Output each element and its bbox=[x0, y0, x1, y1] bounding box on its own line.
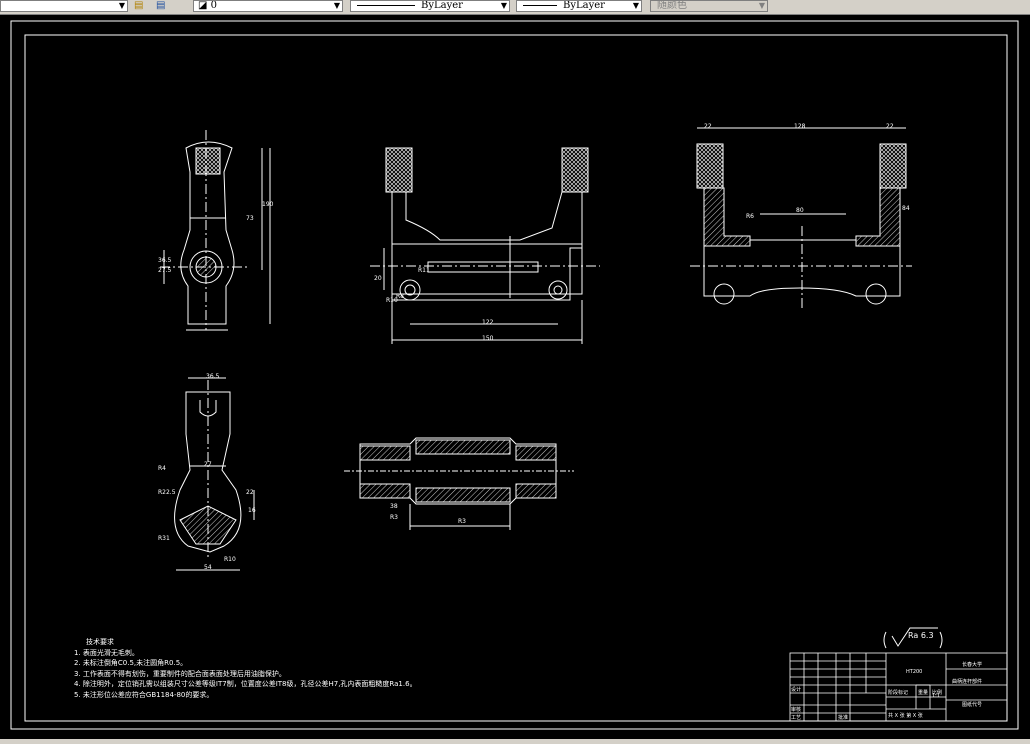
dimension-label: R31 bbox=[158, 535, 170, 542]
title-block-approve: 批准 bbox=[838, 714, 848, 721]
properties-toolbar: ▼ ▤ ▤ ◪ 0 ▼ ByLayer ▼ ByLayer ▼ 随颜色 ▼ bbox=[0, 0, 1030, 15]
cad-drawing: 22 128 2280R61907336.527.5 R11R812215020R10… bbox=[10, 20, 1019, 730]
chevron-down-icon: ▼ bbox=[118, 1, 125, 10]
dimension-label: 150 bbox=[482, 335, 494, 342]
lineweight-select[interactable]: ByLayer ▼ bbox=[516, 0, 642, 12]
dimension-label: 36.5 bbox=[158, 257, 172, 264]
chevron-down-icon: ▼ bbox=[500, 1, 507, 10]
front-view bbox=[370, 147, 600, 344]
layer-value: 0 bbox=[210, 0, 218, 11]
tech-requirements: 技术要求 1. 表面光滑无毛刺。 2. 未标注倒角C0.5,未注圆角R0.5。 … bbox=[74, 637, 417, 700]
chevron-down-icon: ▼ bbox=[333, 1, 340, 10]
dimension-label: 22 bbox=[704, 123, 712, 130]
lineweight-value: ByLayer bbox=[563, 0, 605, 11]
layer-previous-icon[interactable]: ▤ bbox=[156, 0, 165, 11]
dimension-label: 36.5 bbox=[206, 373, 220, 380]
dimension-label: 190 bbox=[262, 201, 274, 208]
layer-control-right[interactable]: ▼ bbox=[0, 0, 128, 12]
tech-item: 2. 未标注倒角C0.5,未注圆角R0.5。 bbox=[74, 659, 188, 667]
title-block-process: 工艺 bbox=[791, 715, 801, 721]
roughness-value: Ra 6.3 bbox=[908, 631, 934, 640]
layer-icon: ◪ bbox=[198, 0, 208, 11]
lineweight-sample bbox=[523, 5, 557, 6]
title-block-labels: HT200长春大学曲柄连杆部件图纸代号1:1共 X 张 第 X 张阶段标记 重量比… bbox=[791, 661, 982, 721]
color-value: 随颜色 bbox=[657, 0, 687, 11]
title-block-school: 长春大学 bbox=[962, 661, 982, 668]
dimension-label: 54 bbox=[204, 564, 212, 571]
dimension-label: 84 bbox=[902, 205, 910, 212]
title-block-review: 审核 bbox=[791, 706, 801, 713]
outer-border bbox=[10, 20, 1019, 730]
dimension-label: R3 bbox=[458, 518, 466, 525]
title-block-weight-label: 重量 bbox=[918, 689, 928, 696]
tech-title: 技术要求 bbox=[86, 638, 114, 646]
dimension-label: R10 bbox=[224, 556, 236, 563]
tech-item: 5. 未注形位公差应符合GB1184-80的要求。 bbox=[74, 690, 214, 699]
top-view bbox=[174, 377, 255, 571]
title-block-material: HT200 bbox=[906, 669, 922, 675]
dimension-label: 122 bbox=[482, 319, 494, 326]
title-block-sheet: 共 X 张 第 X 张 bbox=[888, 712, 923, 719]
dimension-label: R10 bbox=[386, 297, 398, 304]
dimension-label: 20 bbox=[374, 275, 382, 282]
dimension-label: 16 bbox=[248, 507, 256, 514]
layer-select[interactable]: ◪ 0 ▼ bbox=[193, 0, 343, 12]
chevron-down-icon: ▼ bbox=[632, 1, 639, 10]
dimension-label: R22.5 bbox=[158, 489, 176, 496]
dimension-label: 38 bbox=[390, 503, 398, 510]
tech-item: 1. 表面光滑无毛刺。 bbox=[74, 648, 139, 657]
dimension-label: 22 bbox=[886, 123, 894, 130]
dimension-label: R11 bbox=[418, 267, 430, 274]
axle-view bbox=[344, 437, 574, 530]
layer-states-icon[interactable]: ▤ bbox=[134, 0, 143, 11]
status-bar bbox=[0, 739, 1030, 744]
tech-item: 4. 除注明外，定位销孔需以组装尺寸公差等级IT7制，位置度公差IT8级，孔径公… bbox=[74, 680, 417, 688]
title-block-design: 设计 bbox=[791, 686, 801, 693]
dimension-label: 73 bbox=[246, 215, 254, 222]
linetype-value: ByLayer bbox=[421, 0, 463, 11]
title-block-scale-label: 比例 bbox=[932, 689, 942, 696]
dimension-labels: 22 128 2280R61907336.527.5 R11R812215020R10… bbox=[158, 123, 934, 640]
title-block-drawing-no: 图纸代号 bbox=[962, 701, 982, 708]
chevron-down-icon: ▼ bbox=[758, 1, 765, 10]
dimension-label: 22 bbox=[246, 489, 254, 496]
dimension-label: 128 bbox=[794, 123, 806, 130]
color-select[interactable]: 随颜色 ▼ bbox=[650, 0, 768, 12]
section-view bbox=[690, 127, 912, 308]
tech-item: 3. 工作表面不得有划伤，重要制件的配合面表面处理后用油脂保护。 bbox=[74, 669, 286, 678]
dimension-label: R6 bbox=[746, 213, 754, 220]
linetype-select[interactable]: ByLayer ▼ bbox=[350, 0, 510, 12]
title-block-stage-label: 阶段标记 bbox=[888, 689, 908, 696]
dimension-label: 27 bbox=[204, 461, 212, 468]
inner-border bbox=[24, 34, 1008, 722]
linetype-sample bbox=[357, 5, 415, 6]
drawing-canvas[interactable]: 22 128 22 80 R6 190 73 36.5 27.5 R11 R8 122 150 20 R10… bbox=[0, 15, 1030, 739]
dimension-label: 80 bbox=[796, 207, 804, 214]
title-block-part-name: 曲柄连杆部件 bbox=[952, 678, 982, 685]
dimension-label: 27.5 bbox=[158, 267, 172, 274]
dimension-label: R4 bbox=[158, 465, 166, 472]
side-view bbox=[160, 130, 271, 331]
dimension-label: R3 bbox=[390, 514, 398, 521]
